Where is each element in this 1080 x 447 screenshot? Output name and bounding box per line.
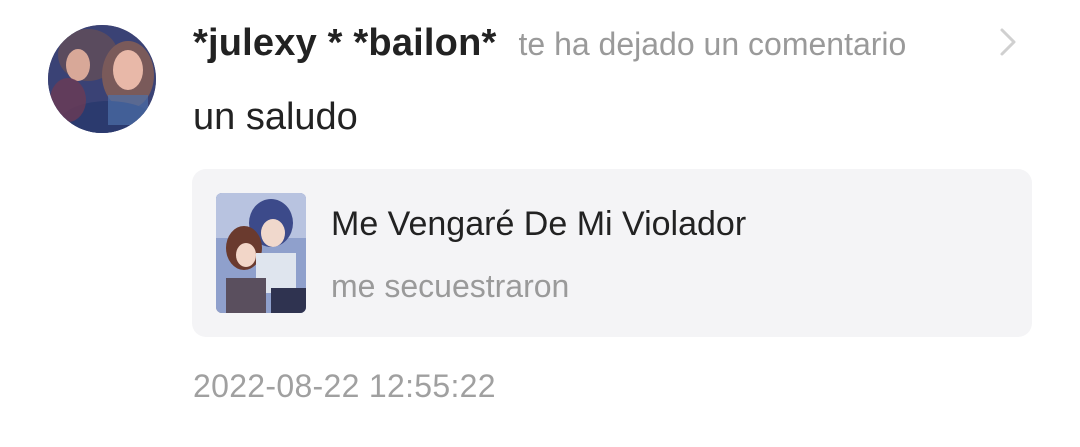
comment-text: un saludo xyxy=(193,96,358,138)
story-cover[interactable] xyxy=(216,193,306,313)
action-text: te ha dejado un comentario xyxy=(518,26,907,62)
story-cover-icon xyxy=(216,193,306,313)
username-link[interactable]: *julexy * *bailon* xyxy=(193,22,496,65)
chevron-right-icon[interactable] xyxy=(996,26,1020,58)
avatar-photo-icon xyxy=(48,25,156,133)
timestamp: 2022-08-22 12:55:22 xyxy=(193,368,496,404)
story-card[interactable]: Me Vengaré De Mi Violador me secuestraro… xyxy=(192,169,1032,337)
comment-notification[interactable]: *julexy * *bailon* te ha dejado un comen… xyxy=(0,0,1080,447)
notification-header: *julexy * *bailon* te ha dejado un comen… xyxy=(193,22,906,66)
user-avatar[interactable] xyxy=(48,25,156,133)
story-subtitle: me secuestraron xyxy=(331,268,570,304)
story-title: Me Vengaré De Mi Violador xyxy=(331,205,747,243)
